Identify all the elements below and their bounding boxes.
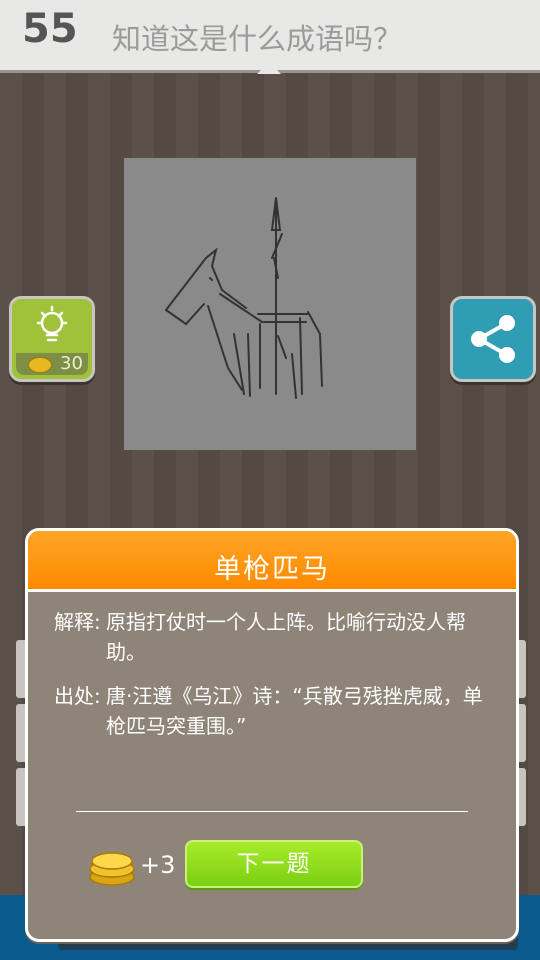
hint-cost-badge: 30	[16, 353, 88, 375]
header-pointer	[257, 62, 281, 74]
source-text: 唐·汪遵《乌江》诗：“兵散弓残挫虎威，单枪匹马突重围。”	[106, 684, 483, 738]
meaning-text: 原指打仗时一个人上阵。比喻行动没人帮助。	[106, 610, 466, 664]
answer-dialog: 单枪匹马 解释: 原指打仗时一个人上阵。比喻行动没人帮助。 出处: 唐·汪遵《乌…	[25, 528, 519, 942]
source-row: 出处: 唐·汪遵《乌江》诗：“兵散弓残挫虎威，单枪匹马突重围。”	[28, 681, 516, 745]
coin-icon	[28, 357, 52, 373]
source-label: 出处:	[54, 684, 101, 708]
dialog-divider	[76, 811, 468, 812]
idiom-title: 单枪匹马	[214, 554, 330, 585]
hint-button[interactable]: 30	[9, 296, 95, 382]
lightbulb-icon	[34, 305, 70, 351]
dialog-header: 单枪匹马	[28, 531, 516, 592]
horse-spear-sketch	[165, 197, 323, 399]
next-question-button[interactable]: 下一题	[185, 840, 363, 888]
question-text: 知道这是什么成语吗？	[112, 22, 403, 56]
share-button[interactable]	[450, 296, 536, 382]
meaning-label: 解释:	[54, 610, 101, 634]
coin-icon	[88, 847, 136, 887]
top-bar: 55 知道这是什么成语吗？	[0, 0, 540, 74]
level-number: 55	[22, 6, 78, 52]
puzzle-drawing	[124, 158, 416, 450]
hint-cost-value: 30	[60, 353, 83, 374]
meaning-row: 解释: 原指打仗时一个人上阵。比喻行动没人帮助。	[28, 607, 516, 671]
share-icon	[467, 313, 519, 369]
coin-reward: +3	[140, 851, 176, 879]
